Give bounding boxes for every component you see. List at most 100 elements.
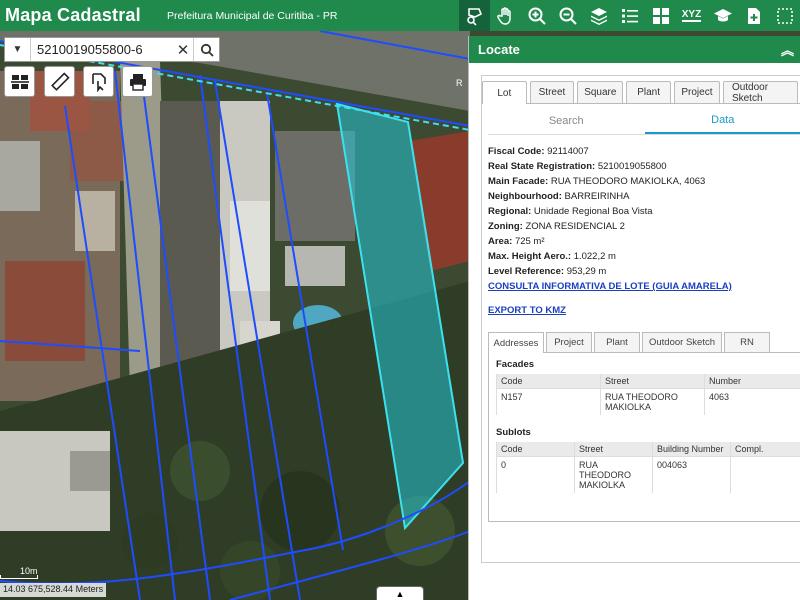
segment-data[interactable]: Data bbox=[644, 108, 800, 134]
field-row: Regional: Unidade Regional Boa Vista bbox=[488, 204, 800, 219]
locate-parcel-icon[interactable] bbox=[459, 0, 490, 31]
column-header: Code bbox=[496, 374, 601, 389]
search-input[interactable] bbox=[31, 38, 173, 61]
basemap-grid-icon[interactable] bbox=[645, 0, 676, 31]
column-header: Building Number bbox=[652, 442, 731, 457]
caret-down-icon: ▼ bbox=[12, 44, 23, 55]
field-label: Real State Registration: bbox=[488, 161, 596, 172]
field-label: Fiscal Code: bbox=[488, 146, 545, 157]
field-label: Zoning: bbox=[488, 221, 523, 232]
panel-body: Lot Street Square Plant Project Outdoor … bbox=[481, 75, 800, 563]
panel-title: Locate bbox=[478, 42, 520, 57]
field-row: Level Reference: 953,29 m bbox=[488, 264, 800, 279]
addresses-content: Facades Code Street Number N157 RUA THEO… bbox=[488, 352, 800, 522]
column-header: Number bbox=[704, 374, 800, 389]
field-value: 953,29 m bbox=[566, 266, 607, 277]
column-header: Code bbox=[496, 442, 575, 457]
export-kmz-link[interactable]: EXPORT TO KMZ bbox=[488, 303, 800, 318]
search-data-toggle: Search Data bbox=[488, 108, 800, 135]
subtab-project[interactable]: Project bbox=[546, 332, 592, 352]
xyz-label: XYZ bbox=[681, 9, 702, 22]
field-value: 725 m² bbox=[514, 236, 545, 247]
subtab-plant[interactable]: Plant bbox=[594, 332, 640, 352]
subtab-rn[interactable]: RN bbox=[724, 332, 770, 352]
locate-panel: Locate ︽ Lot Street Square Plant Project… bbox=[468, 36, 800, 600]
tab-street[interactable]: Street bbox=[529, 81, 575, 103]
main-toolbar: XYZ bbox=[459, 0, 800, 31]
zoom-in-icon[interactable] bbox=[521, 0, 552, 31]
split-view-icon bbox=[10, 74, 29, 89]
sublots-table: Code Street Building Number Compl. 0 RUA… bbox=[496, 442, 800, 493]
table-header: Code Street Number bbox=[496, 374, 800, 389]
field-row: Fiscal Code: 92114007 bbox=[488, 144, 800, 159]
field-value: Unidade Regional Boa Vista bbox=[533, 206, 653, 217]
table-header: Code Street Building Number Compl. bbox=[496, 442, 800, 457]
pan-hand-icon[interactable] bbox=[490, 0, 521, 31]
field-row: Zoning: ZONA RESIDENCIAL 2 bbox=[488, 219, 800, 234]
cell-building-number: 004063 bbox=[652, 456, 731, 493]
scale-bar bbox=[0, 575, 38, 579]
subtab-outdoor-sketch[interactable]: Outdoor Sketch bbox=[642, 332, 722, 352]
consulta-informativa-link[interactable]: CONSULTA INFORMATIVA DE LOTE (GUIA AMARE… bbox=[488, 279, 800, 294]
field-label: Area: bbox=[488, 236, 513, 247]
cell-street: RUA THEODORO MAKIOLKA bbox=[600, 388, 705, 415]
facades-table: Code Street Number N157 RUA THEODORO MAK… bbox=[496, 374, 800, 415]
lot-info: Fiscal Code: 92114007 Real State Registr… bbox=[482, 135, 800, 318]
field-label: Main Facade: bbox=[488, 176, 549, 187]
tab-outdoor-sketch[interactable]: Outdoor Sketch bbox=[722, 81, 798, 104]
collapse-panel-icon[interactable]: ︽ bbox=[781, 40, 794, 59]
search-button[interactable] bbox=[193, 38, 219, 61]
tab-plant[interactable]: Plant bbox=[626, 81, 671, 103]
xyz-coordinates-icon[interactable]: XYZ bbox=[676, 0, 707, 31]
field-label: Level Reference: bbox=[488, 266, 565, 277]
cell-street: RUA THEODORO MAKIOLKA bbox=[574, 456, 653, 493]
caret-up-icon: ▲ bbox=[395, 588, 405, 599]
collapse-bottom-tab[interactable]: ▲ bbox=[376, 586, 424, 600]
panel-header: Locate ︽ bbox=[469, 36, 800, 63]
column-header: Street bbox=[600, 374, 705, 389]
legend-list-icon[interactable] bbox=[614, 0, 645, 31]
segment-search[interactable]: Search bbox=[488, 108, 645, 134]
cell-code: N157 bbox=[496, 388, 601, 415]
field-value: 92114007 bbox=[547, 146, 589, 157]
tab-lot[interactable]: Lot bbox=[482, 81, 527, 104]
locate-tabs: Lot Street Square Plant Project Outdoor … bbox=[482, 81, 800, 104]
field-value: 1.022,2 m bbox=[573, 251, 616, 262]
app-header: Mapa Cadastral Prefeitura Municipal de C… bbox=[0, 0, 800, 31]
search-box: ▼ ✕ bbox=[4, 37, 220, 62]
layers-icon[interactable] bbox=[583, 0, 614, 31]
field-row: Max. Height Aero.: 1.022,2 m bbox=[488, 249, 800, 264]
zoom-out-icon[interactable] bbox=[552, 0, 583, 31]
search-type-dropdown[interactable]: ▼ bbox=[5, 38, 31, 61]
field-row: Area: 725 m² bbox=[488, 234, 800, 249]
detail-tabs: Addresses Project Plant Outdoor Sketch R… bbox=[488, 332, 800, 353]
field-value: 5210019055800 bbox=[597, 161, 667, 172]
clear-search-icon[interactable]: ✕ bbox=[173, 38, 193, 61]
field-row: Main Facade: RUA THEODORO MAKIOLKA, 4063 bbox=[488, 174, 800, 189]
field-label: Max. Height Aero.: bbox=[488, 251, 572, 262]
print-button[interactable] bbox=[122, 66, 153, 97]
split-view-button[interactable] bbox=[4, 66, 35, 97]
printer-icon bbox=[129, 73, 146, 91]
table-row: N157 RUA THEODORO MAKIOLKA 4063 bbox=[496, 388, 800, 415]
field-row: Neighbourhood: BARREIRINHA bbox=[488, 189, 800, 204]
ruler-icon bbox=[50, 71, 70, 91]
app-subtitle: Prefeitura Municipal de Curitiba - PR bbox=[167, 9, 338, 22]
cell-code: 0 bbox=[496, 456, 575, 493]
select-area-icon[interactable] bbox=[769, 0, 800, 31]
subtab-addresses[interactable]: Addresses bbox=[488, 332, 544, 353]
identify-icon bbox=[91, 72, 106, 92]
identify-button[interactable] bbox=[83, 66, 114, 97]
graduation-cap-icon[interactable] bbox=[707, 0, 738, 31]
field-value: ZONA RESIDENCIAL 2 bbox=[525, 221, 625, 232]
field-row: Real State Registration: 5210019055800 bbox=[488, 159, 800, 174]
field-label: Neighbourhood: bbox=[488, 191, 562, 202]
column-header: Street bbox=[574, 442, 653, 457]
field-value: BARREIRINHA bbox=[564, 191, 630, 202]
table-row: 0 RUA THEODORO MAKIOLKA 004063 bbox=[496, 456, 800, 493]
add-document-icon[interactable] bbox=[738, 0, 769, 31]
measure-button[interactable] bbox=[44, 66, 75, 97]
tab-project[interactable]: Project bbox=[673, 81, 720, 103]
sublots-title: Sublots bbox=[496, 427, 531, 438]
tab-square[interactable]: Square bbox=[577, 81, 624, 103]
